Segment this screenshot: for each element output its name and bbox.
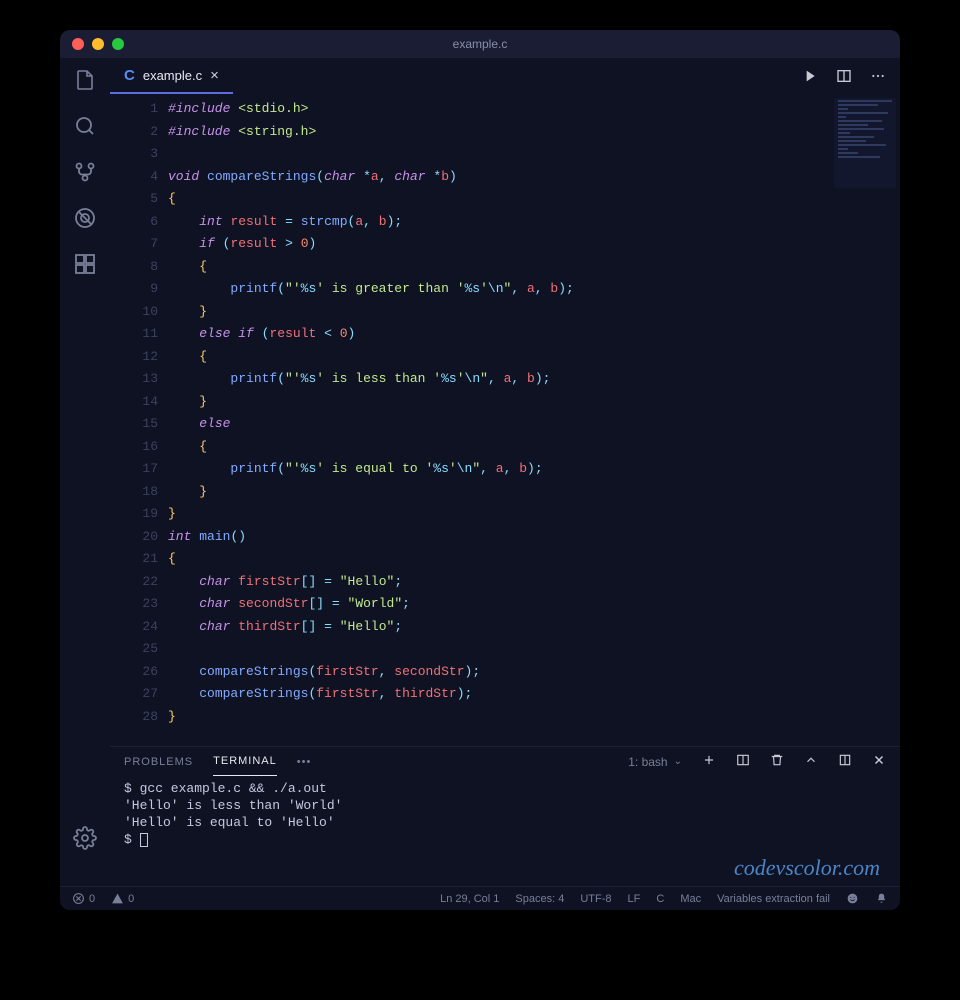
extensions-icon[interactable]: [73, 252, 97, 276]
terminal-kill-icon[interactable]: [770, 753, 784, 770]
error-icon: [72, 892, 85, 905]
terminal-cursor: [140, 833, 148, 847]
terminal-output[interactable]: $ gcc example.c && ./a.out 'Hello' is le…: [110, 776, 900, 886]
line-gutter: 1234567891011121314151617181920212223242…: [110, 94, 168, 746]
title-bar: example.c: [60, 30, 900, 58]
c-language-icon: C: [124, 67, 135, 84]
panel-tab-problems[interactable]: PROBLEMS: [124, 748, 193, 776]
close-window-button[interactable]: [72, 38, 84, 50]
status-message[interactable]: Variables extraction fail: [717, 893, 830, 905]
run-icon[interactable]: [802, 68, 818, 84]
code-editor[interactable]: 1234567891011121314151617181920212223242…: [110, 94, 900, 746]
explorer-icon[interactable]: [73, 68, 97, 92]
source-control-icon[interactable]: [73, 160, 97, 184]
code-content[interactable]: #include <stdio.h>#include <string.h> vo…: [168, 94, 900, 746]
panel-maximize-icon[interactable]: [838, 753, 852, 770]
status-errors[interactable]: 0: [72, 892, 95, 905]
watermark: codevscolor.com: [734, 859, 880, 876]
panel-tab-more-icon[interactable]: •••: [297, 756, 312, 768]
panel-close-icon[interactable]: [872, 753, 886, 770]
settings-gear-icon[interactable]: [73, 826, 97, 850]
dropdown-caret-icon: ⌄: [674, 756, 682, 767]
status-indentation[interactable]: Spaces: 4: [515, 893, 564, 905]
status-warnings[interactable]: 0: [111, 892, 134, 905]
panel-up-icon[interactable]: [804, 753, 818, 770]
file-tab-label: example.c: [143, 68, 202, 83]
terminal-selector[interactable]: 1: bash ⌄: [628, 755, 682, 769]
status-eol[interactable]: LF: [628, 893, 641, 905]
new-terminal-icon[interactable]: [702, 753, 716, 770]
search-icon[interactable]: [73, 114, 97, 138]
traffic-lights: [72, 38, 124, 50]
editor-window: example.c C example.c ×: [60, 30, 900, 910]
minimap[interactable]: [834, 98, 896, 188]
bottom-panel: PROBLEMS TERMINAL ••• 1: bash ⌄ $ gcc ex: [110, 746, 900, 886]
editor-area: C example.c × 12345678910111213141516171…: [110, 58, 900, 886]
notifications-bell-icon[interactable]: [875, 892, 888, 905]
feedback-icon[interactable]: [846, 892, 859, 905]
terminal-split-icon[interactable]: [736, 753, 750, 770]
editor-actions: [802, 58, 900, 94]
terminal-selector-label: 1: bash: [628, 755, 667, 769]
maximize-window-button[interactable]: [112, 38, 124, 50]
warning-icon: [111, 892, 124, 905]
main-body: C example.c × 12345678910111213141516171…: [60, 58, 900, 886]
panel-tabs: PROBLEMS TERMINAL ••• 1: bash ⌄: [110, 747, 900, 776]
debug-icon[interactable]: [73, 206, 97, 230]
close-tab-icon[interactable]: ×: [210, 67, 219, 84]
activity-bar: [60, 58, 110, 886]
status-language[interactable]: C: [656, 893, 664, 905]
split-editor-icon[interactable]: [836, 68, 852, 84]
status-platform[interactable]: Mac: [680, 893, 701, 905]
status-bar: 0 0 Ln 29, Col 1 Spaces: 4 UTF-8 LF C Ma…: [60, 886, 900, 910]
panel-tab-terminal[interactable]: TERMINAL: [213, 747, 277, 776]
minimize-window-button[interactable]: [92, 38, 104, 50]
status-encoding[interactable]: UTF-8: [580, 893, 611, 905]
editor-tabs: C example.c ×: [110, 58, 900, 94]
status-cursor-position[interactable]: Ln 29, Col 1: [440, 893, 499, 905]
window-title: example.c: [70, 37, 890, 51]
file-tab-example-c[interactable]: C example.c ×: [110, 58, 233, 94]
more-actions-icon[interactable]: [870, 68, 886, 84]
